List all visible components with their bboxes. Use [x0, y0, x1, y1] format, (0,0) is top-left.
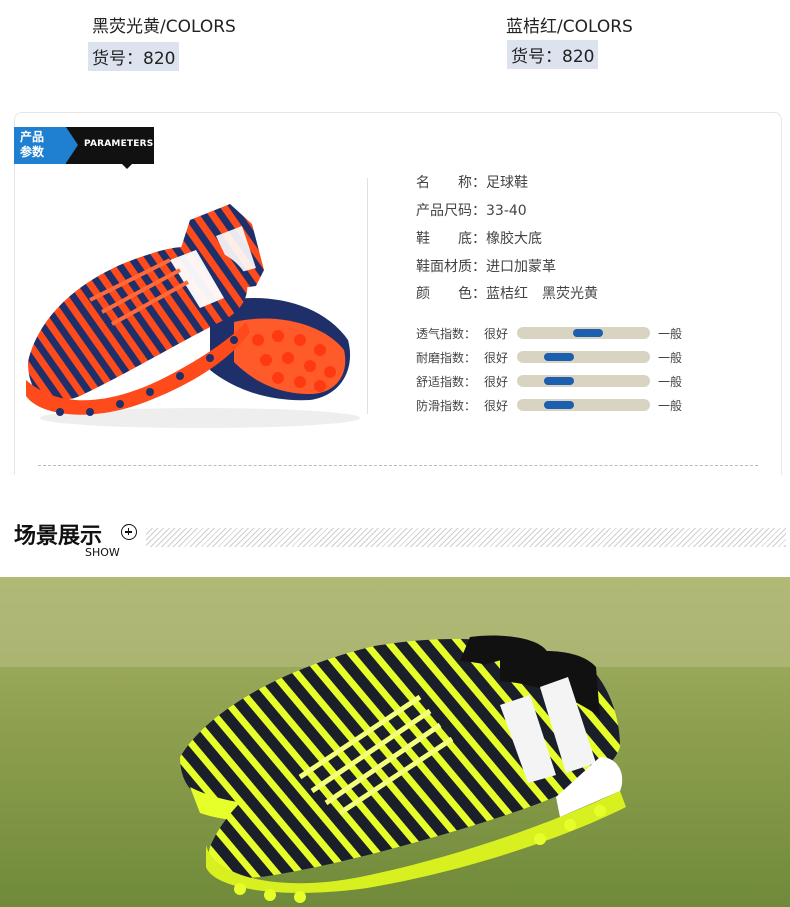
rating-track — [517, 327, 650, 339]
hatched-rule — [146, 528, 786, 547]
parameters-tag-en: PARAMETERS — [84, 139, 154, 149]
rating-row-wear: 耐磨指数： 很好 一般 — [416, 351, 683, 365]
spec-row-color: 颜 色：蓝桔红 黑荧光黄 — [416, 286, 598, 302]
rating-fill — [543, 353, 574, 361]
rating-row-comfort: 舒适指数： 很好 一般 — [416, 375, 683, 389]
rating-track — [517, 351, 650, 363]
plus-circle-icon — [121, 524, 137, 540]
rating-row-slip: 防滑指数： 很好 一般 — [416, 399, 683, 413]
variant-name-black-yellow: 黑荧光黄/COLORS — [92, 17, 236, 37]
card-divider — [367, 178, 368, 414]
spec-row-name: 名 称：足球鞋 — [416, 175, 528, 191]
rating-fill — [543, 377, 574, 385]
rating-track — [517, 399, 650, 411]
rating-fill — [543, 401, 574, 409]
section-divider — [38, 465, 758, 466]
spec-row-material: 鞋面材质：进口加蒙革 — [416, 259, 556, 275]
scene-subtitle: SHOW — [85, 546, 120, 559]
product-image-blue-orange-boots — [26, 204, 360, 428]
variant-sku-blue-orange: 货号：820 — [507, 40, 599, 69]
rating-fill — [572, 329, 603, 337]
rating-row-breathability: 透气指数： 很好 一般 — [416, 327, 683, 341]
rating-track — [517, 375, 650, 387]
parameters-tag-cn: 产品 参数 — [20, 130, 45, 159]
spec-row-size: 产品尺码：33-40 — [416, 203, 527, 219]
parameters-tag-pointer — [122, 164, 132, 169]
spec-row-sole: 鞋 底：橡胶大底 — [416, 231, 542, 247]
variant-name-blue-orange: 蓝桔红/COLORS — [506, 17, 633, 37]
scene-photo-black-yellow-boots — [0, 577, 790, 907]
parameters-tag-arrow — [66, 127, 78, 163]
variant-sku-black-yellow: 货号：820 — [88, 42, 180, 71]
